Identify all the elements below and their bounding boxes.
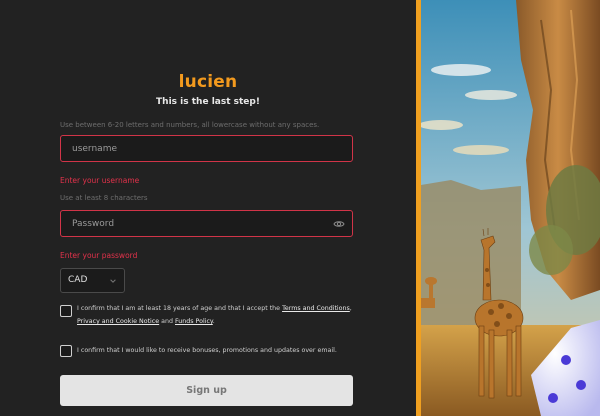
currency-select[interactable]: CAD: [60, 268, 125, 293]
eye-icon[interactable]: [333, 218, 345, 230]
savanna-giraffe-illustration: [421, 0, 600, 416]
funds-policy-link[interactable]: Funds Policy: [175, 318, 213, 325]
privacy-link[interactable]: Privacy and Cookie Notice: [77, 318, 159, 325]
step-subtitle: This is the last step!: [156, 97, 260, 107]
terms-link[interactable]: Terms and Conditions: [282, 305, 350, 312]
sign-up-button[interactable]: Sign up: [60, 375, 353, 406]
username-hint: Use between 6-20 letters and numbers, al…: [60, 121, 320, 129]
username-error: Enter your username: [60, 176, 140, 185]
marketing-consent-checkbox[interactable]: [60, 345, 72, 357]
username-field-wrapper: [60, 135, 353, 162]
signup-panel: lucien This is the last step! Use betwee…: [0, 0, 416, 416]
password-error: Enter your password: [60, 251, 138, 260]
brand-logo: lucien: [178, 72, 238, 92]
password-input[interactable]: [61, 211, 352, 237]
age-consent-sep1: ,: [349, 305, 352, 312]
password-field-wrapper: [60, 210, 353, 237]
currency-value: CAD: [68, 275, 88, 285]
marketing-consent-text: I confirm that I would like to receive b…: [77, 347, 337, 354]
age-consent-sep2: and: [159, 318, 175, 325]
password-hint: Use at least 8 characters: [60, 194, 148, 202]
age-consent-prefix: I confirm that I am at least 18 years of…: [77, 305, 283, 312]
username-input[interactable]: [61, 136, 352, 162]
chevron-down-icon: [110, 279, 116, 283]
age-consent-text: I confirm that I am at least 18 years of…: [77, 302, 357, 328]
age-consent-checkbox[interactable]: [60, 305, 72, 317]
hero-image: [421, 0, 600, 416]
age-consent-suffix: .: [212, 318, 215, 325]
